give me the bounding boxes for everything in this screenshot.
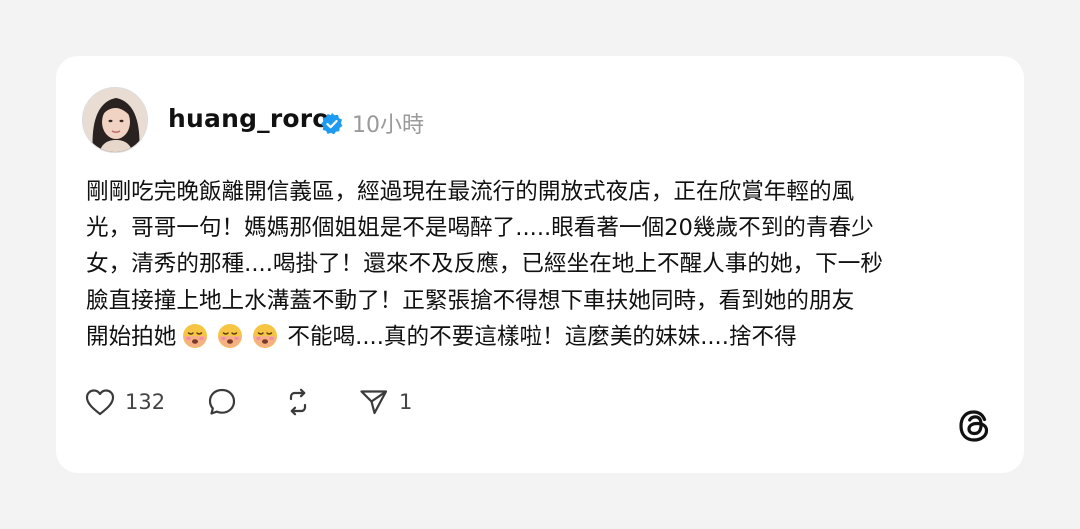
- post-line: 女，清秀的那種....喝掛了！還來不及反應，已經坐在地上不醒人事的她，下一秒: [86, 251, 883, 278]
- repost-icon: [282, 386, 314, 418]
- verified-badge-icon: [320, 112, 344, 136]
- face-exhaling-emoji: [182, 323, 208, 349]
- like-count: 132: [125, 390, 166, 414]
- post-card: huang_roro 10小時 剛剛吃完晚飯離開信義區，經過現在最流行的開放式夜…: [56, 56, 1024, 473]
- send-button[interactable]: 1: [358, 386, 412, 418]
- post-line: 剛剛吃完晚飯離開信義區，經過現在最流行的開放式夜店，正在欣賞年輕的風: [86, 179, 855, 205]
- face-exhaling-emoji: [252, 323, 278, 349]
- send-icon: [358, 386, 390, 418]
- action-bar: 132 1: [56, 386, 1024, 426]
- comment-icon: [206, 386, 238, 418]
- post-body: 剛剛吃完晚飯離開信義區，經過現在最流行的開放式夜店，正在欣賞年輕的風 光，哥哥一…: [86, 174, 1006, 355]
- repost-button[interactable]: [282, 386, 314, 418]
- like-button[interactable]: 132: [84, 386, 165, 418]
- threads-logo-icon[interactable]: [956, 406, 994, 446]
- post-text-segment: 開始拍她: [86, 323, 177, 350]
- username[interactable]: huang_roro: [168, 104, 330, 133]
- post-timestamp: 10小時: [352, 113, 424, 138]
- heart-icon: [84, 387, 116, 417]
- comment-button[interactable]: [206, 386, 238, 418]
- face-exhaling-emoji: [217, 323, 243, 349]
- post-line: 光，哥哥一句！媽媽那個姐姐是不是喝醉了.....眼看著一個20幾歲不到的青春少: [86, 215, 874, 242]
- post-text-segment: 不能喝....真的不要這樣啦！這麼美的妹妹....捨不得: [287, 323, 797, 350]
- post-line: 臉直接撞上地上水溝蓋不動了！正緊張搶不得想下車扶她同時，看到她的朋友: [86, 287, 855, 314]
- share-count: 1: [399, 390, 413, 414]
- post-line-last: 開始拍她 不能喝....真的不要這樣啦！這麼美的妹妹....捨不得: [86, 319, 1006, 355]
- avatar[interactable]: [82, 87, 148, 153]
